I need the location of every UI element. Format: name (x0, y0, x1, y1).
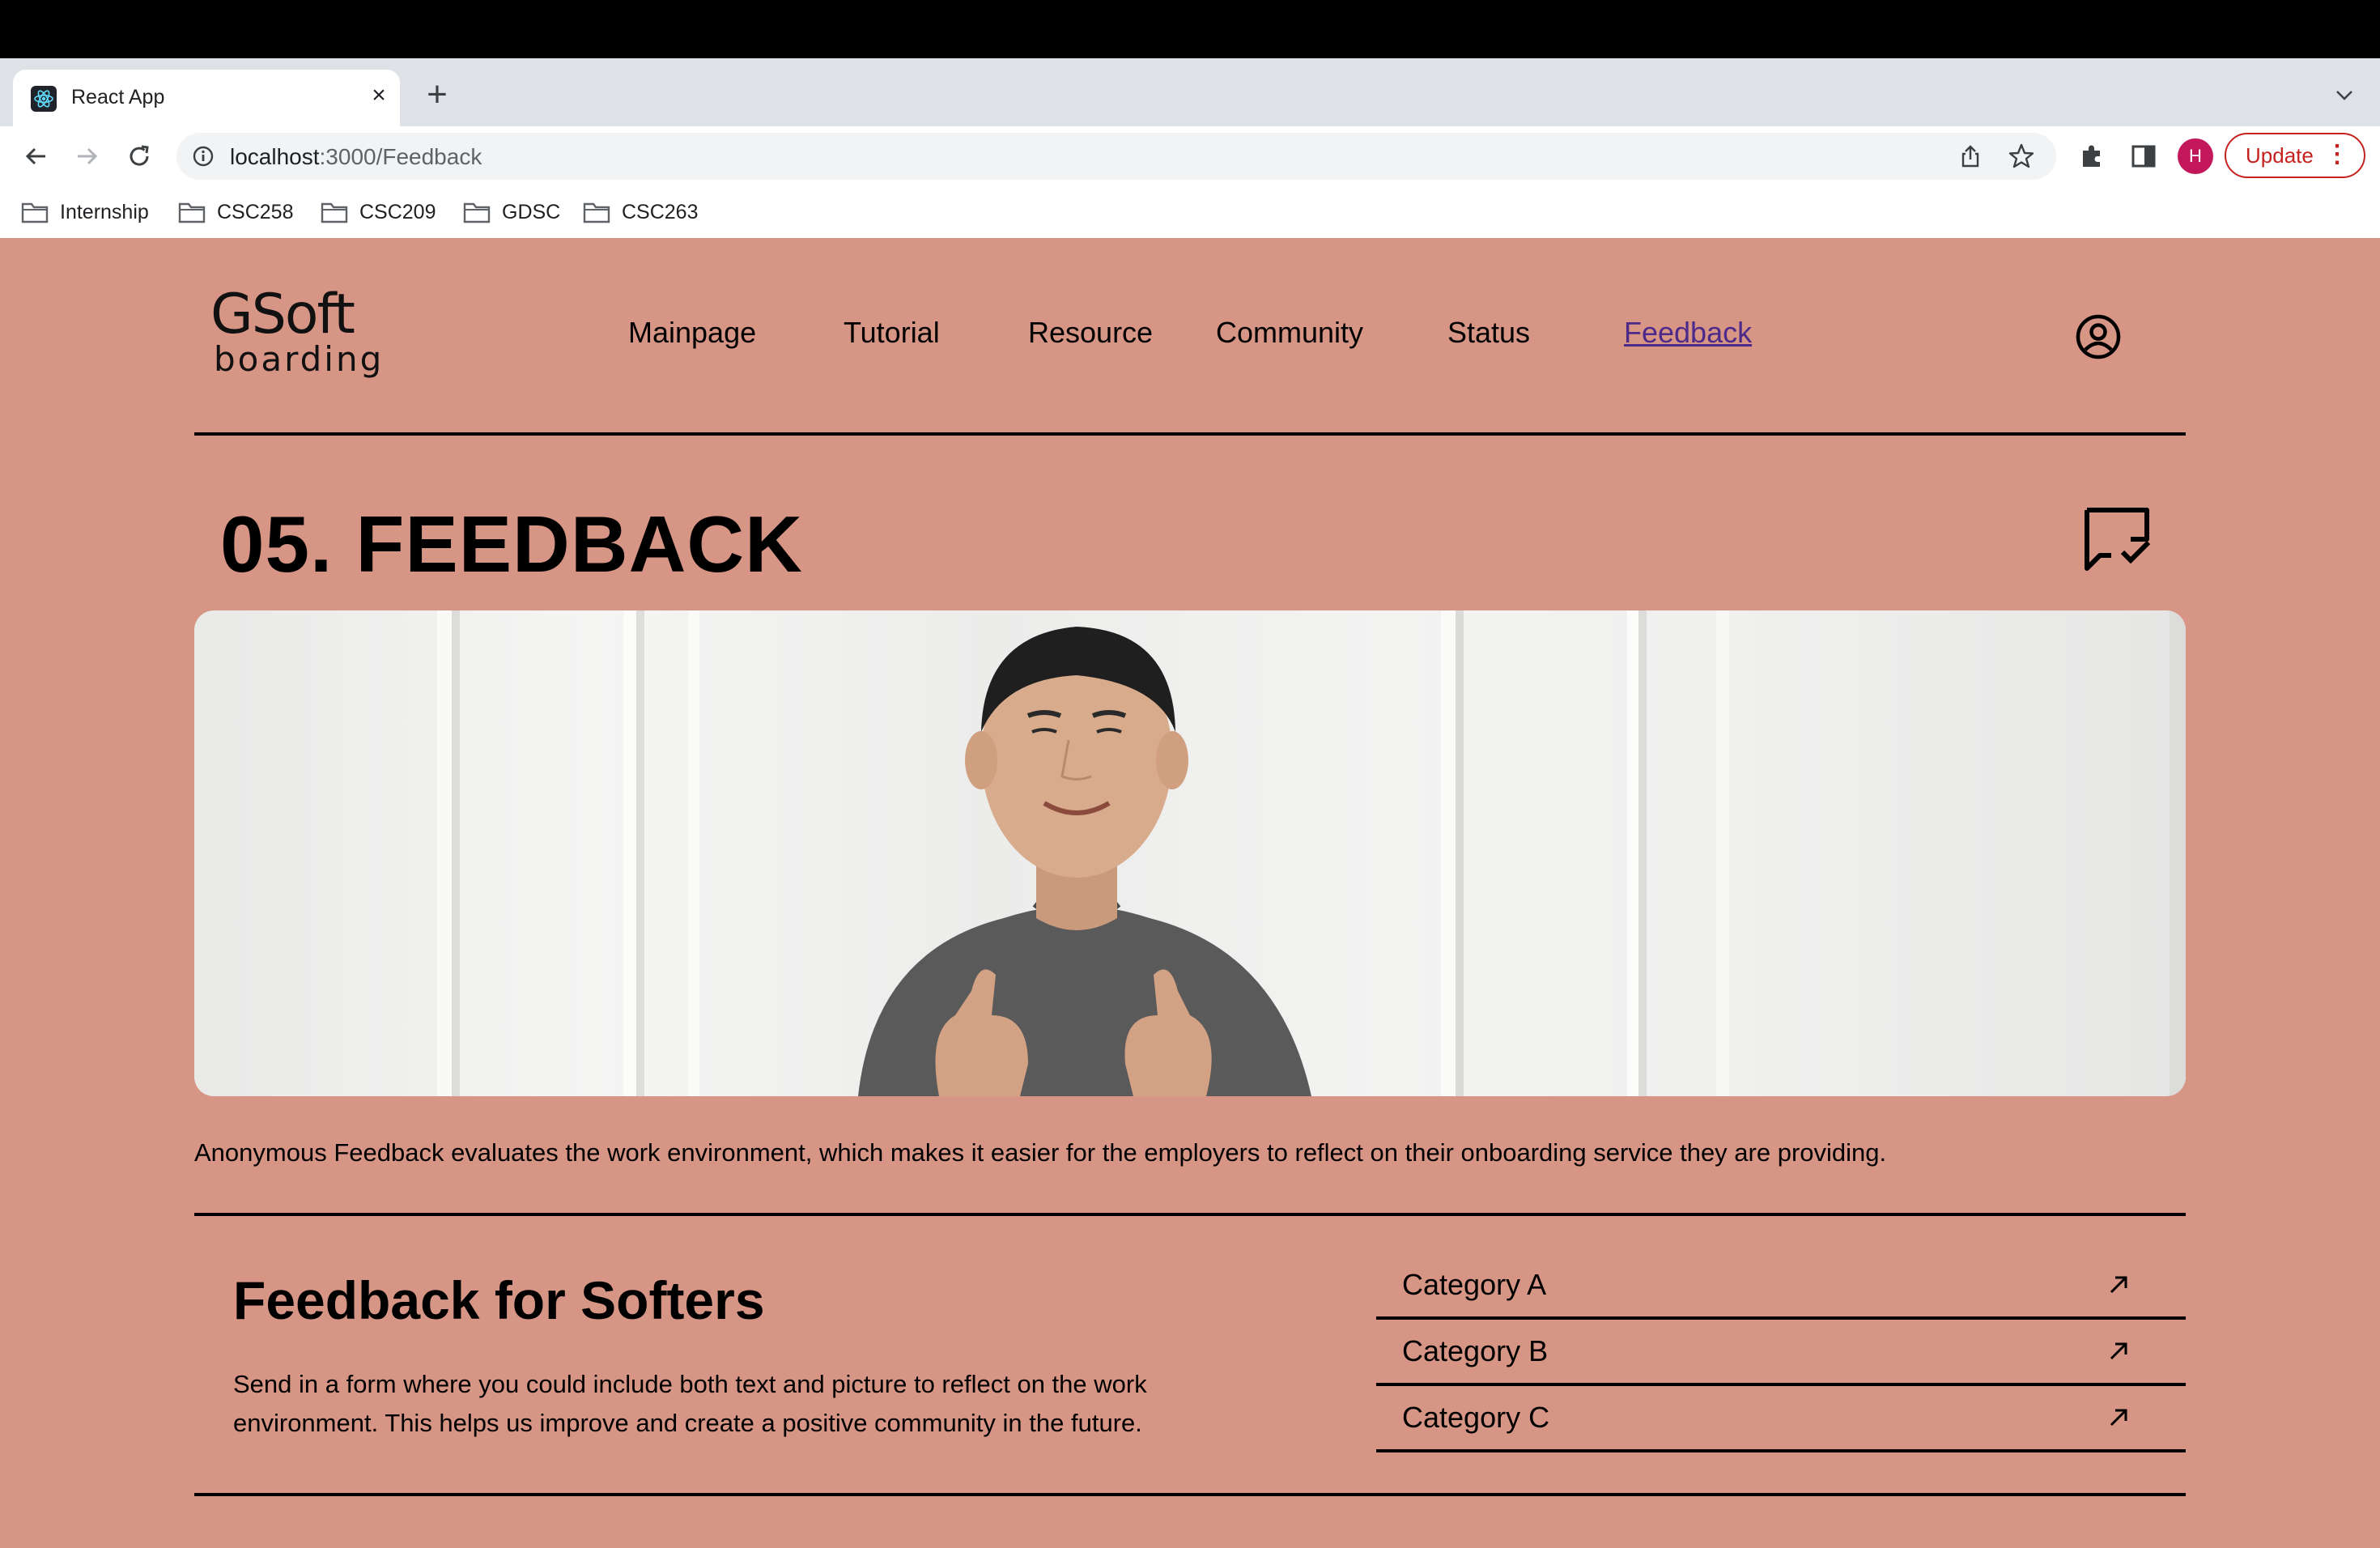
header-divider (194, 432, 2186, 436)
category-link-a[interactable]: Category A (1376, 1255, 2186, 1320)
message-check-icon (2082, 505, 2155, 573)
nav-resource[interactable]: Resource (1028, 316, 1153, 350)
os-top-bar (0, 0, 2380, 58)
reload-icon[interactable] (121, 138, 157, 174)
nav-tutorial[interactable]: Tutorial (844, 316, 940, 350)
back-arrow-icon[interactable] (18, 138, 53, 174)
arrow-up-right-icon (2110, 1276, 2127, 1294)
forward-arrow-icon[interactable] (70, 138, 105, 174)
bookmark-folder[interactable]: CSC209 (321, 196, 436, 228)
nav-feedback[interactable]: Feedback (1624, 316, 1752, 350)
nav-status[interactable]: Status (1447, 316, 1530, 350)
browser-tab[interactable]: React App × (13, 70, 400, 126)
tab-title: React App (71, 86, 165, 108)
react-favicon-icon (31, 86, 57, 112)
section-divider-top (194, 1213, 2186, 1216)
section-text: Send in a form where you could include b… (233, 1370, 1147, 1437)
tab-search-chevron-icon[interactable] (2328, 79, 2361, 112)
extensions-puzzle-icon[interactable] (2077, 142, 2106, 171)
section-divider-bottom (194, 1493, 2186, 1496)
bookmark-label: Internship (60, 200, 149, 223)
category-label: Category C (1402, 1401, 1550, 1434)
category-label: Category A (1402, 1268, 1547, 1301)
tab-strip: React App × + (0, 58, 2380, 126)
bookmark-label: CSC209 (359, 200, 436, 223)
logo-subtitle: boarding (214, 339, 385, 379)
folder-icon (21, 202, 49, 223)
site-info-icon[interactable] (191, 144, 215, 168)
category-link-c[interactable]: Category C (1376, 1388, 2186, 1452)
page-content: GSoft boarding Mainpage Tutorial Resourc… (0, 238, 2380, 1548)
url-host: localhost (230, 144, 320, 169)
bookmarks-bar: Internship CSC258 CSC209 GDSC CSC263 (0, 186, 2380, 238)
arrow-up-right-icon (2110, 1342, 2127, 1360)
logo-wordmark: GSoft (210, 283, 355, 347)
arrow-up-right-icon (2110, 1409, 2127, 1427)
bookmark-folder[interactable]: CSC263 (583, 196, 699, 228)
folder-icon (463, 202, 491, 223)
gsoft-logo[interactable]: GSoft boarding (210, 287, 389, 384)
user-circle-icon[interactable] (2074, 313, 2123, 361)
address-bar[interactable]: localhost:3000/Feedback (176, 133, 2056, 180)
category-label: Category B (1402, 1334, 1549, 1367)
page-title: 05. FEEDBACK (220, 500, 803, 589)
bookmark-folder[interactable]: Internship (21, 196, 149, 228)
profile-avatar[interactable]: H (2178, 138, 2213, 174)
folder-icon (178, 202, 206, 223)
feedback-description: Anonymous Feedback evaluates the work en… (194, 1138, 1887, 1167)
section-title: Feedback for Softers (233, 1270, 765, 1330)
update-button[interactable]: Update ⋮ (2225, 133, 2365, 178)
url-path: :3000/Feedback (319, 144, 482, 169)
side-panel-icon[interactable] (2129, 142, 2158, 171)
bookmark-label: CSC258 (217, 200, 294, 223)
new-tab-button[interactable]: + (419, 77, 455, 113)
url-text: localhost:3000/Feedback (230, 144, 482, 170)
folder-icon (583, 202, 610, 223)
folder-icon (321, 202, 348, 223)
update-label: Update (2246, 143, 2314, 168)
category-link-b[interactable]: Category B (1376, 1321, 2186, 1386)
bookmark-label: CSC263 (622, 200, 699, 223)
nav-mainpage[interactable]: Mainpage (628, 316, 756, 350)
bookmark-label: GDSC (502, 200, 561, 223)
share-icon[interactable] (1957, 143, 1983, 169)
nav-community[interactable]: Community (1216, 316, 1363, 350)
bookmark-folder[interactable]: CSC258 (178, 196, 294, 228)
browser-toolbar: localhost:3000/Feedback H Update ⋮ (0, 126, 2380, 186)
hero-image (194, 610, 2186, 1096)
bookmark-folder[interactable]: GDSC (463, 196, 560, 228)
close-tab-icon[interactable]: × (363, 79, 395, 112)
bookmark-star-icon[interactable] (2008, 142, 2035, 170)
menu-dots-icon[interactable]: ⋮ (2325, 134, 2349, 175)
